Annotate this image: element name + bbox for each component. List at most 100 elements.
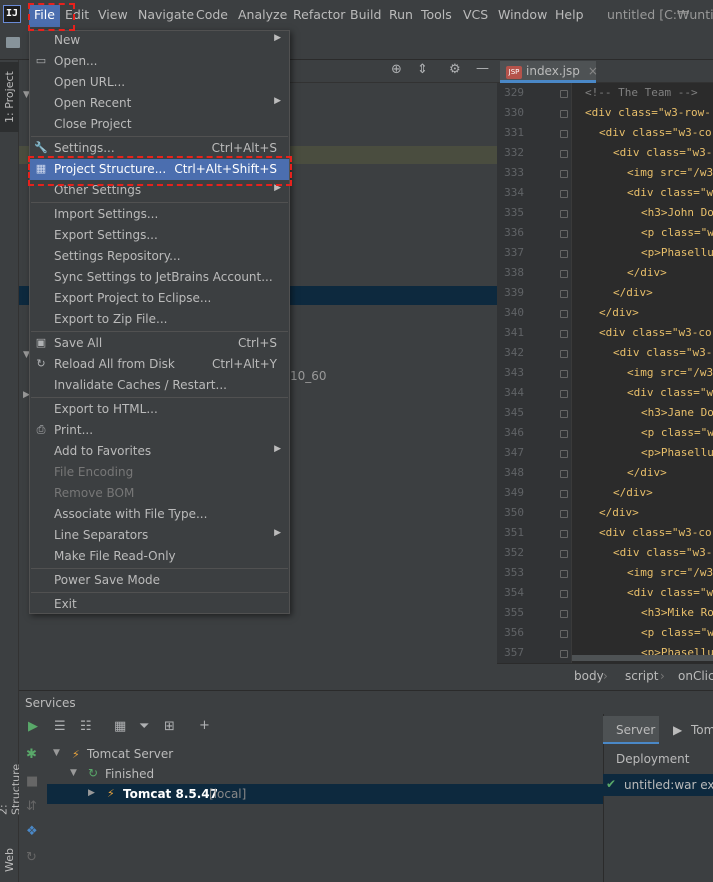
fold-marker-icon[interactable] — [560, 610, 568, 618]
fold-marker-icon[interactable] — [560, 490, 568, 498]
gear-icon[interactable]: ⚙ — [449, 62, 461, 77]
fold-marker-icon[interactable] — [560, 90, 568, 98]
menu-item-open[interactable]: ▭ Open... — [30, 51, 289, 72]
expand-arrow-icon[interactable]: ▼ — [53, 748, 60, 758]
menu-item-reload[interactable]: ↻ Reload All from Disk Ctrl+Alt+Y — [30, 354, 289, 375]
menu-view[interactable]: View — [98, 7, 128, 22]
stop-icon[interactable]: ■ — [26, 774, 38, 789]
menu-item-export-zip[interactable]: Export to Zip File... — [30, 309, 289, 330]
fold-marker-icon[interactable] — [560, 370, 568, 378]
services-toolbar: ▶ ☰ ☷ ▦ ⏷ ⊞ + — [19, 714, 603, 742]
group-icon[interactable]: ▦ — [114, 719, 126, 734]
menu-item-import-settings[interactable]: Import Settings... — [30, 204, 289, 225]
expand-arrow-icon[interactable]: ▼ — [70, 768, 77, 778]
new-tab-icon[interactable]: ⊞ — [164, 719, 175, 734]
tree-tomcat-server[interactable]: Tomcat Server — [87, 747, 173, 761]
window-title: untitled [C:₩untitled — [607, 7, 713, 22]
fold-marker-icon[interactable] — [560, 550, 568, 558]
menu-item-make-read-only[interactable]: Make File Read-Only — [30, 546, 289, 567]
tree-tomcat-instance[interactable]: Tomcat 8.5.47 — [123, 787, 218, 801]
close-icon[interactable]: × — [588, 64, 598, 78]
deploy-icon[interactable]: ❖ — [26, 824, 38, 839]
fold-marker-icon[interactable] — [560, 450, 568, 458]
tab-structure[interactable]: 2: Structure — [0, 755, 23, 815]
collapse-all-icon[interactable]: ☷ — [80, 719, 92, 734]
menu-item-export-settings[interactable]: Export Settings... — [30, 225, 289, 246]
menu-help[interactable]: Help — [555, 7, 584, 22]
file-menu-highlight — [28, 3, 75, 31]
breadcrumb-onclick[interactable]: onClic — [678, 669, 713, 683]
menu-code[interactable]: Code — [196, 7, 228, 22]
menu-item-export-html[interactable]: Export to HTML... — [30, 399, 289, 420]
menu-item-open-url[interactable]: Open URL... — [30, 72, 289, 93]
tab-project[interactable]: 1: Project — [0, 62, 19, 132]
fold-marker-icon[interactable] — [560, 150, 568, 158]
redeploy-icon[interactable]: ⇵ — [26, 799, 37, 814]
menu-item-label: Associate with File Type... — [54, 507, 208, 521]
refresh-icon[interactable]: ↻ — [26, 850, 37, 865]
menu-analyze[interactable]: Analyze — [238, 7, 287, 22]
menu-item-save-all[interactable]: ▣ Save All Ctrl+S — [30, 333, 289, 354]
fold-marker-icon[interactable] — [560, 590, 568, 598]
fold-marker-icon[interactable] — [560, 330, 568, 338]
menu-item-power-save[interactable]: Power Save Mode — [30, 570, 289, 591]
fold-marker-icon[interactable] — [560, 350, 568, 358]
tab-web[interactable]: Web — [0, 845, 19, 875]
tomcat-icon: ⚡ — [107, 787, 115, 800]
horizontal-scrollbar[interactable] — [572, 655, 713, 661]
menu-item-associate-file-type[interactable]: Associate with File Type... — [30, 504, 289, 525]
fold-marker-icon[interactable] — [560, 110, 568, 118]
breadcrumb-script[interactable]: script — [625, 669, 658, 683]
menu-tools[interactable]: Tools — [421, 7, 452, 22]
code-line: <div class="w — [627, 186, 713, 199]
menu-item-line-separators[interactable]: Line Separators ▶ — [30, 525, 289, 546]
tab-tomcat-log[interactable]: Tom — [691, 723, 713, 737]
fold-marker-icon[interactable] — [560, 570, 568, 578]
breadcrumb-body[interactable]: body — [574, 669, 604, 683]
filter-icon[interactable]: ⏷ — [139, 719, 149, 734]
menu-item-add-favorites[interactable]: Add to Favorites ▶ — [30, 441, 289, 462]
menu-item-close-project[interactable]: Close Project — [30, 114, 289, 135]
fold-marker-icon[interactable] — [560, 510, 568, 518]
menu-refactor[interactable]: Refactor — [293, 7, 345, 22]
fold-marker-icon[interactable] — [560, 230, 568, 238]
run-icon[interactable]: ▶ — [28, 719, 38, 734]
fold-marker-icon[interactable] — [560, 310, 568, 318]
menu-item-invalidate-caches[interactable]: Invalidate Caches / Restart... — [30, 375, 289, 396]
menu-item-print[interactable]: ⎙ Print... — [30, 420, 289, 441]
fold-marker-icon[interactable] — [560, 430, 568, 438]
fold-marker-icon[interactable] — [560, 170, 568, 178]
fold-marker-icon[interactable] — [560, 470, 568, 478]
fold-marker-icon[interactable] — [560, 650, 568, 658]
menu-item-settings-repository[interactable]: Settings Repository... — [30, 246, 289, 267]
fold-marker-icon[interactable] — [560, 630, 568, 638]
fold-marker-icon[interactable] — [560, 290, 568, 298]
tree-finished[interactable]: Finished — [105, 767, 154, 781]
menu-item-sync-settings[interactable]: Sync Settings to JetBrains Account... — [30, 267, 289, 288]
fold-marker-icon[interactable] — [560, 210, 568, 218]
fold-marker-icon[interactable] — [560, 130, 568, 138]
menu-item-exit[interactable]: Exit — [30, 594, 289, 615]
fold-marker-icon[interactable] — [560, 190, 568, 198]
fold-marker-icon[interactable] — [560, 270, 568, 278]
fold-marker-icon[interactable] — [560, 530, 568, 538]
menu-navigate[interactable]: Navigate — [138, 7, 194, 22]
menu-item-open-recent[interactable]: Open Recent ▶ — [30, 93, 289, 114]
hide-icon[interactable]: — — [476, 61, 489, 76]
menu-window[interactable]: Window — [498, 7, 547, 22]
menu-build[interactable]: Build — [350, 7, 381, 22]
debug-icon[interactable]: ✱ — [26, 747, 37, 762]
menu-item-export-eclipse[interactable]: Export Project to Eclipse... — [30, 288, 289, 309]
menu-vcs[interactable]: VCS — [463, 7, 488, 22]
add-icon[interactable]: + — [199, 718, 210, 733]
fold-marker-icon[interactable] — [560, 410, 568, 418]
locate-icon[interactable]: ⊕ — [391, 62, 402, 77]
expand-all-icon[interactable]: ☰ — [54, 719, 66, 734]
menu-run[interactable]: Run — [389, 7, 413, 22]
tab-server[interactable]: Server — [603, 716, 659, 744]
collapse-icon[interactable]: ⇕ — [417, 62, 428, 77]
collapse-arrow-icon[interactable]: ▶ — [88, 788, 95, 798]
menu-item-new[interactable]: New ▶ — [30, 30, 289, 51]
fold-marker-icon[interactable] — [560, 250, 568, 258]
fold-marker-icon[interactable] — [560, 390, 568, 398]
